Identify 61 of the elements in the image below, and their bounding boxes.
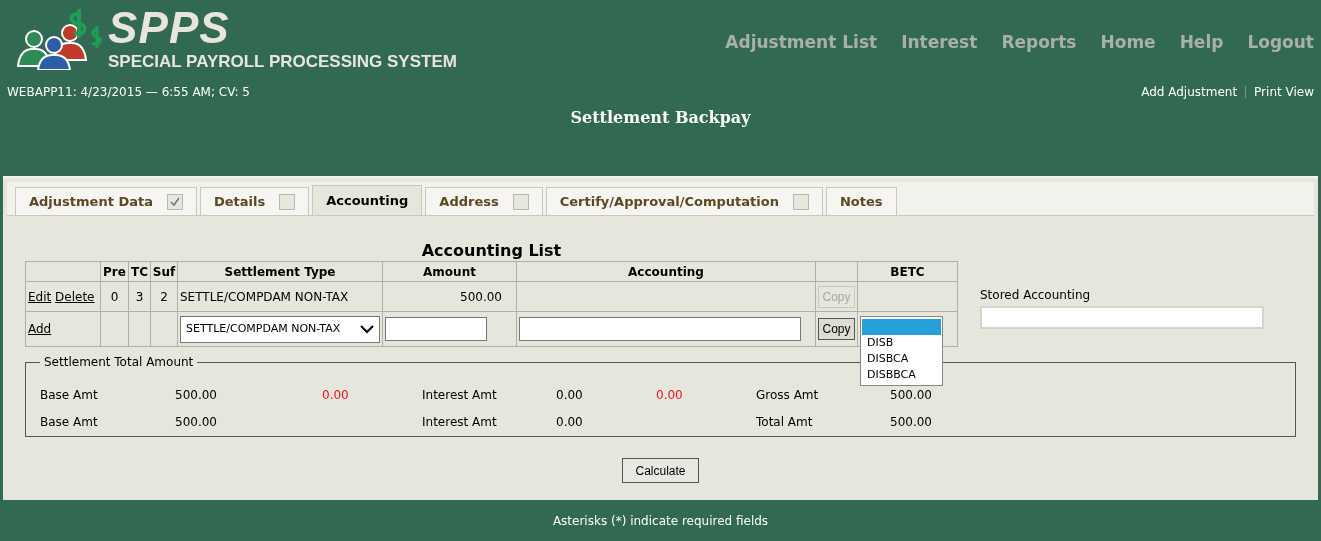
amount-label: Base Amt <box>40 388 98 402</box>
amount-label: Gross Amt <box>756 388 819 402</box>
dropdown-option[interactable]: DISBBCA <box>862 367 941 383</box>
tab[interactable]: Certify/Approval/Computation <box>545 187 823 215</box>
checkbox[interactable] <box>279 193 296 210</box>
amount-label: Interest Amt <box>422 415 497 429</box>
amount-difference: 0.00 <box>656 388 683 402</box>
header-link[interactable]: Add Adjustment <box>1141 83 1238 101</box>
table-cell: 0 <box>110 289 119 304</box>
amount-value: 500.00 <box>890 388 932 402</box>
dropdown-option[interactable]: DISBCA <box>862 351 941 367</box>
chevron-down-icon <box>360 324 374 334</box>
tab[interactable]: Address <box>425 187 543 215</box>
field-label: Stored Accounting <box>980 287 1092 304</box>
column-header: Amount <box>423 264 476 279</box>
column-header: TC <box>131 264 148 279</box>
dropdown-option[interactable] <box>862 319 941 335</box>
table-cell: 3 <box>135 289 144 304</box>
calculate-button[interactable]: Calculate <box>622 458 699 483</box>
tab[interactable]: Details <box>199 187 310 215</box>
header-link[interactable]: Print View <box>1254 83 1314 101</box>
logo-subtitle: SPECIAL PAYROLL PROCESSING SYSTEM <box>108 52 457 72</box>
tab[interactable]: Adjustment Data <box>15 187 197 215</box>
fieldset-legend: Settlement Total Amount <box>44 355 194 369</box>
tab[interactable]: Notes <box>825 187 897 215</box>
dropdown-list[interactable]: DISB DISBCA DISBBCA <box>860 316 943 386</box>
amount-label: Interest Amt <box>422 388 497 402</box>
page-title: Settlement Backpay <box>570 107 751 129</box>
amount-label: Base Amt <box>40 415 98 429</box>
column-header: Pre <box>103 264 126 279</box>
action-link[interactable]: Add <box>28 322 52 336</box>
table-cell: 2 <box>160 289 168 304</box>
logo-title: SPPS <box>108 6 231 50</box>
amount-value: 0.00 <box>556 415 583 429</box>
action-link[interactable]: Delete <box>55 289 95 304</box>
copy-button[interactable]: Copy <box>818 318 855 340</box>
stored-accounting-field[interactable] <box>980 306 1264 329</box>
accounting-field[interactable] <box>519 317 801 341</box>
table-title: Accounting List <box>421 241 562 261</box>
server-info: WEBAPP11: 4/23/2015 — 6:55 AM; CV: 5 <box>7 84 250 101</box>
checkbox[interactable] <box>792 193 809 210</box>
action-link[interactable]: Edit <box>28 289 52 304</box>
column-header: Settlement Type <box>224 264 336 279</box>
amount-value: 0.00 <box>556 388 583 402</box>
amount-value: 500.00 <box>175 388 217 402</box>
amount-label: Total Amt <box>756 415 813 429</box>
table-cell: 500.00 <box>460 289 502 304</box>
amount-field[interactable] <box>385 317 487 341</box>
tab[interactable]: Accounting <box>312 185 423 215</box>
table-cell: SETTLE/COMPDAM NON-TAX <box>180 289 349 304</box>
amount-value: 500.00 <box>890 415 932 429</box>
checkbox[interactable] <box>166 193 183 210</box>
amount-value: 500.00 <box>175 415 217 429</box>
select-field[interactable]: SETTLE/COMPDAM NON-TAX <box>180 315 380 343</box>
checkbox[interactable] <box>512 193 529 210</box>
column-header: BETC <box>890 264 925 279</box>
dropdown-option[interactable]: DISB <box>862 335 941 351</box>
column-header: Suf <box>152 264 176 279</box>
column-header: Accounting <box>628 264 704 279</box>
amount-difference: 0.00 <box>322 388 349 402</box>
footer-note: Asterisks (*) indicate required fields <box>552 512 769 530</box>
